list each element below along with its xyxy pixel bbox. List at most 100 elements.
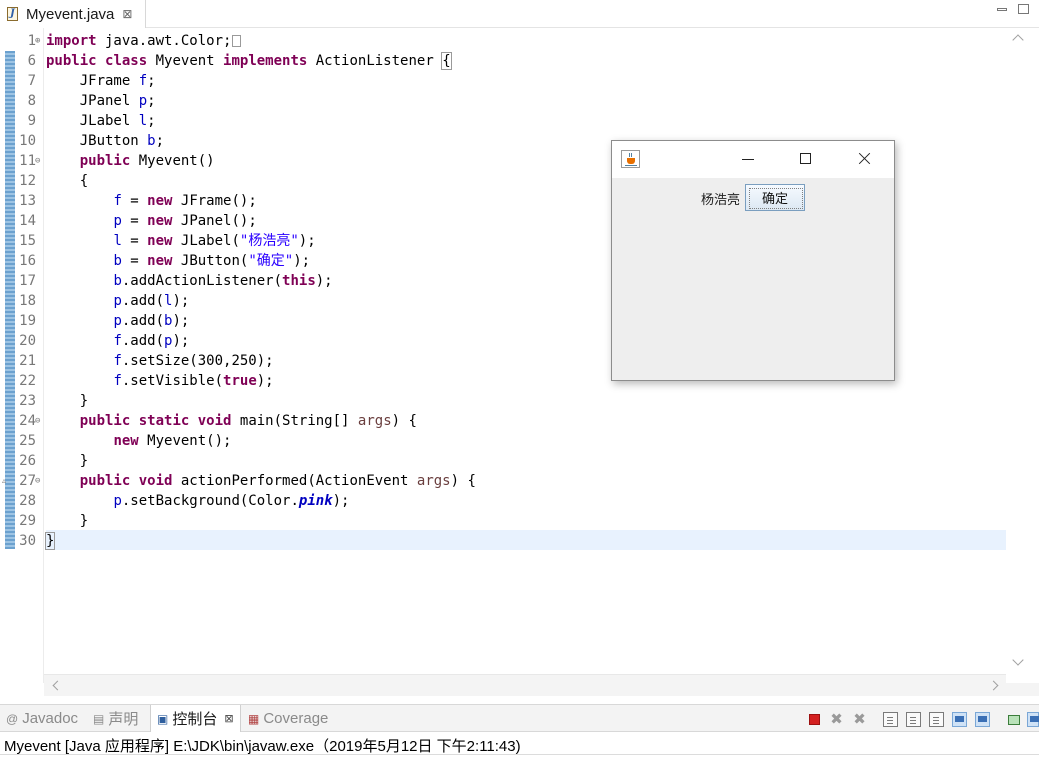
line-number: 24 xyxy=(19,413,36,429)
line-number: 16 xyxy=(19,253,36,269)
code-line: p.add(l); xyxy=(113,293,190,309)
code-line: } xyxy=(44,532,56,550)
code-line: f.setVisible(true); xyxy=(113,373,274,389)
clear-console-icon[interactable] xyxy=(883,712,898,727)
code-line: } xyxy=(79,453,89,469)
code-line: f = new JFrame(); xyxy=(113,193,257,209)
remove-launch-icon[interactable]: ✖ xyxy=(829,712,844,727)
window-titlebar[interactable] xyxy=(612,141,894,178)
editor-tab-myevent[interactable]: J Myevent.java ⊠ xyxy=(0,0,146,28)
terminate-icon[interactable] xyxy=(809,714,820,725)
line-number: 22 xyxy=(19,373,36,389)
code-line: l = new JLabel("杨浩亮"); xyxy=(113,233,316,249)
word-wrap-icon[interactable] xyxy=(929,712,944,727)
line-number: 12 xyxy=(19,173,36,189)
code-line: import java.awt.Color; xyxy=(46,31,242,51)
code-line: f.setSize(300,250); xyxy=(113,353,274,369)
code-line: p = new JPanel(); xyxy=(113,213,257,229)
tab-declaration[interactable]: ▤ 声明 xyxy=(93,705,138,732)
line-number: 6 xyxy=(27,53,36,69)
name-label: 杨浩亮 xyxy=(701,193,741,208)
line-number: 14 xyxy=(19,213,36,229)
code-line: f.add(p); xyxy=(113,333,190,349)
line-number: 29 xyxy=(19,513,36,529)
code-line: JFrame f; xyxy=(79,73,156,89)
close-icon[interactable] xyxy=(854,149,874,169)
code-line: JPanel p; xyxy=(79,93,156,109)
line-number: 27 xyxy=(19,473,36,489)
code-line: public static void main(String[] args) { xyxy=(79,413,417,429)
scroll-up-icon[interactable] xyxy=(1012,34,1024,46)
vertical-scrollbar[interactable] xyxy=(1006,28,1039,683)
tab-label: Javadoc xyxy=(22,710,79,727)
code-line: public Myevent() xyxy=(79,153,215,169)
line-number: 25 xyxy=(19,433,36,449)
line-number: 30 xyxy=(19,533,36,549)
console-icon: ▣ xyxy=(157,711,169,726)
line-number: 20 xyxy=(19,333,36,349)
tab-label: Coverage xyxy=(263,710,329,727)
folded-block-icon xyxy=(232,35,242,47)
tab-javadoc[interactable]: @ Javadoc xyxy=(6,705,78,732)
tab-coverage[interactable]: ▦ Coverage xyxy=(248,705,328,732)
editor-tab-bar: J Myevent.java ⊠ xyxy=(0,0,1039,28)
console-status-text: Myevent [Java 应用程序] E:\JDK\bin\javaw.exe… xyxy=(4,738,521,755)
quick-diff-bar xyxy=(5,51,15,549)
collapse-icon[interactable]: ⊖ xyxy=(35,471,40,491)
line-number-gutter: 1 ⊕ 6 7 8 9 10 11 ⊖ 12 13 14 15 16 17 18… xyxy=(2,28,44,683)
maximize-icon[interactable] xyxy=(800,153,811,164)
tab-label: 声明 xyxy=(108,711,139,728)
code-line: public class Myevent implements ActionLi… xyxy=(46,52,452,70)
show-on-stderr-icon[interactable] xyxy=(975,712,990,727)
code-line: public void actionPerformed(ActionEvent … xyxy=(79,473,476,489)
maximize-editor-icon[interactable] xyxy=(1018,4,1029,14)
line-number: 21 xyxy=(19,353,36,369)
scroll-right-icon[interactable] xyxy=(988,680,999,691)
tab-label: 控制台 xyxy=(172,711,218,728)
collapse-icon[interactable]: ⊖ xyxy=(35,411,40,431)
remove-all-launches-icon[interactable]: ✖ xyxy=(852,712,867,727)
confirm-button[interactable]: 确定 xyxy=(745,184,805,211)
scroll-down-icon[interactable] xyxy=(1012,654,1024,666)
code-line: JLabel l; xyxy=(79,113,156,129)
scroll-lock-icon[interactable] xyxy=(906,712,921,727)
pin-console-icon[interactable] xyxy=(1006,712,1021,727)
close-tab-icon[interactable]: ⊠ xyxy=(224,712,233,725)
expand-icon[interactable]: ⊕ xyxy=(35,31,40,51)
bottom-view-tabs: @ Javadoc ▤ 声明 ▣ 控制台 ⊠ ▦ Coverage ✖ ✖ xyxy=(0,704,1039,732)
line-number: 8 xyxy=(27,93,36,109)
show-on-stdout-icon[interactable] xyxy=(952,712,967,727)
collapse-icon[interactable]: ⊖ xyxy=(35,151,40,171)
editor-tab-label: Myevent.java xyxy=(26,5,115,23)
line-number: 23 xyxy=(19,393,36,409)
line-number: 15 xyxy=(19,233,36,249)
display-console-icon[interactable] xyxy=(1027,712,1039,727)
code-line: } xyxy=(79,513,89,529)
horizontal-scrollbar[interactable] xyxy=(44,674,1006,696)
swing-app-window[interactable]: 杨浩亮 确定 xyxy=(611,140,895,381)
code-line: { xyxy=(79,173,89,189)
code-line: JButton b; xyxy=(79,133,165,149)
line-number: 18 xyxy=(19,293,36,309)
line-number: 11 xyxy=(19,153,36,169)
code-line: p.add(b); xyxy=(113,313,190,329)
code-line: } xyxy=(79,393,89,409)
java-file-icon: J xyxy=(6,6,20,22)
line-number: 10 xyxy=(19,133,36,149)
scrollbar-corner xyxy=(1006,683,1039,696)
minimize-editor-icon[interactable] xyxy=(997,8,1007,11)
tab-console[interactable]: ▣ 控制台 ⊠ xyxy=(150,705,241,732)
line-number: 9 xyxy=(27,113,36,129)
coverage-icon: ▦ xyxy=(248,711,260,726)
java-cup-icon[interactable] xyxy=(621,150,640,168)
minimize-icon[interactable] xyxy=(742,159,754,160)
line-number: 7 xyxy=(27,73,36,89)
code-line: new Myevent(); xyxy=(113,433,232,449)
code-line: b = new JButton("确定"); xyxy=(113,253,311,269)
line-number: 17 xyxy=(19,273,36,289)
console-status-line: Myevent [Java 应用程序] E:\JDK\bin\javaw.exe… xyxy=(0,733,1039,755)
close-tab-icon[interactable]: ⊠ xyxy=(122,7,132,21)
line-number: 28 xyxy=(19,493,36,509)
scroll-left-icon[interactable] xyxy=(52,680,63,691)
line-number: 19 xyxy=(19,313,36,329)
